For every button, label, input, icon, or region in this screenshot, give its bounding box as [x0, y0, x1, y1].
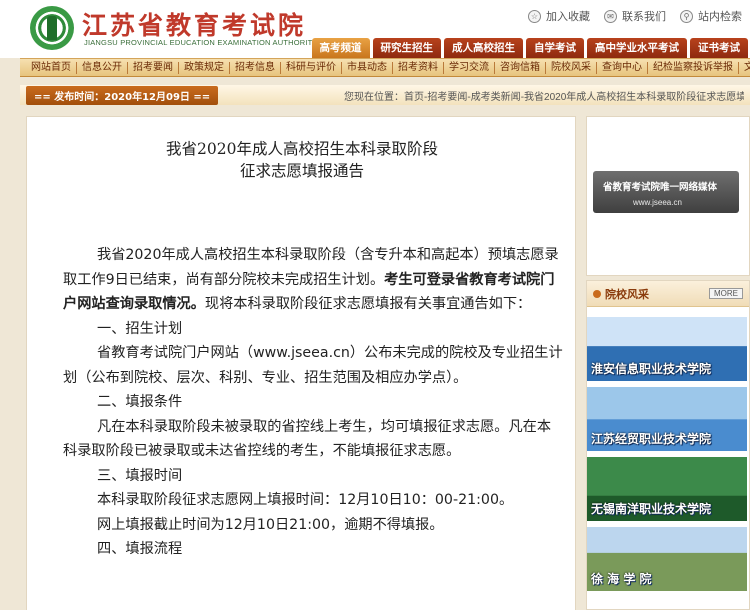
tab-graduate[interactable]: 研究生招生 [372, 38, 441, 58]
school-card-jingmao[interactable]: 江苏经贸职业技术学院 [587, 387, 747, 451]
nav-item-research[interactable]: 科研与评价 [281, 61, 342, 74]
tab-gaokao[interactable]: 高考频道 [311, 38, 370, 58]
nav-item-policy[interactable]: 政策规定 [179, 61, 230, 74]
breadcrumb-current: 我省2020年成人高校招生本科录取阶段征求志愿填报通... [524, 91, 744, 103]
article-title: 我省2020年成人高校招生本科录取阶段 征求志愿填报通告 [27, 138, 577, 182]
nav-item-query[interactable]: 查询中心 [597, 61, 648, 74]
nav-item-complaint[interactable]: 纪检监察投诉举报 [648, 61, 739, 74]
section-text-time-1: 本科录取阶段征求志愿网上填报时间：12月10日10：00-21:00。 [97, 492, 514, 508]
tab-adult-college[interactable]: 成人高校招生 [444, 38, 523, 58]
breadcrumb-prefix: 您现在位置： [344, 91, 404, 103]
site-logo-icon[interactable] [30, 6, 74, 50]
media-banner-url: www.jseea.cn [633, 198, 682, 207]
school-name-nanyang: 无锡南洋职业技术学院 [591, 502, 712, 516]
school-card-huaian[interactable]: 淮安信息职业技术学院 [587, 317, 747, 381]
section-heading-plan: 一、招生计划 [97, 320, 183, 337]
add-favorite-label: 加入收藏 [546, 11, 590, 23]
top-links: ☆ 加入收藏 ✉ 联系我们 ⚲ 站内检索 [528, 8, 742, 24]
section-text-plan: 省教育考试院门户网站（www.jseea.cn）公布未完成的院校及专业招生计划（… [63, 345, 563, 386]
media-banner[interactable]: 省教育考试院唯一网络媒体 www.jseea.cn [586, 116, 750, 276]
site-search-label: 站内检索 [698, 11, 742, 23]
article-panel: 我省2020年成人高校招生本科录取阶段 征求志愿填报通告 我省2020年成人高校… [26, 116, 576, 610]
school-showcase-title: 院校风采 [593, 286, 649, 302]
intro-tail-text: 现将本科录取阶段征求志愿填报有关事宜通告如下： [204, 296, 532, 312]
breadcrumb-adult-news[interactable]: 成考类新闻 [471, 92, 521, 103]
nav-item-materials[interactable]: 招考资料 [393, 61, 444, 74]
media-banner-text: 省教育考试院唯一网络媒体 [603, 182, 718, 193]
breadcrumb: 您现在位置：首页-招考要闻-成考类新闻-我省2020年成人高校招生本科录取阶段征… [344, 88, 744, 103]
more-button[interactable]: MORE [709, 288, 743, 299]
section-heading-time: 三、填报时间 [97, 467, 183, 484]
school-card-xuhai[interactable]: 徐 海 学 院 [587, 527, 747, 591]
category-tabs: 高考频道 研究生招生 成人高校招生 自学考试 高中学业水平考试 证书考试 [311, 38, 748, 58]
search-icon: ⚲ [680, 9, 693, 23]
school-name-xuhai: 徐 海 学 院 [591, 572, 652, 586]
school-name-huaian: 淮安信息职业技术学院 [591, 362, 712, 376]
info-bar: == 发布时间：2020年12月09日 == 您现在位置：首页-招考要闻-成考类… [20, 85, 750, 105]
article-title-line1: 我省2020年成人高校招生本科录取阶段 [166, 140, 438, 158]
article-body: 我省2020年成人高校招生本科录取阶段（含专升本和高起本）预填志愿录取工作9日已… [63, 243, 563, 562]
site-title[interactable]: 江苏省教育考试院 [82, 6, 306, 42]
school-showcase-title-text: 院校风采 [605, 287, 649, 301]
nav-item-disclosure[interactable]: 信息公开 [77, 61, 128, 74]
nav-item-civilization[interactable]: 文明创建 [739, 62, 750, 74]
section-text-conditions: 凡在本科录取阶段未被录取的省控线上考生，均可填报征求志愿。凡在本科录取阶段已被录… [63, 418, 552, 460]
contact-icon: ✉ [604, 9, 617, 23]
site-subtitle: JIANGSU PROVINCIAL EDUCATION EXAMINATION… [84, 38, 318, 47]
contact-us-label: 联系我们 [622, 11, 666, 23]
breadcrumb-home[interactable]: 首页 [404, 92, 424, 103]
breadcrumb-news[interactable]: 招考要闻 [427, 92, 467, 103]
site-search-link[interactable]: ⚲ 站内检索 [680, 8, 742, 24]
nav-item-exam-info[interactable]: 招考信息 [230, 61, 281, 74]
site-header: 江苏省教育考试院 JIANGSU PROVINCIAL EDUCATION EX… [0, 0, 750, 58]
nav-item-schools[interactable]: 院校风采 [546, 61, 597, 74]
nav-item-local-news[interactable]: 市县动态 [342, 61, 393, 74]
school-showcase-header: 院校风采 MORE [587, 281, 749, 307]
section-heading-process: 四、填报流程 [97, 541, 183, 557]
bookmark-icon: ☆ [528, 9, 541, 23]
tab-self-study-exam[interactable]: 自学考试 [526, 38, 584, 58]
article-title-line2: 征求志愿填报通告 [239, 162, 364, 180]
main-nav: 网站首页 信息公开 招考要闻 政策规定 招考信息 科研与评价 市县动态 招考资料… [20, 58, 750, 77]
bullet-icon [593, 289, 601, 298]
tab-certificate-exam[interactable]: 证书考试 [690, 38, 748, 58]
nav-item-news[interactable]: 招考要闻 [128, 61, 179, 74]
nav-item-exchange[interactable]: 学习交流 [444, 61, 495, 74]
media-banner-card: 省教育考试院唯一网络媒体 www.jseea.cn [593, 171, 739, 213]
school-name-jingmao: 江苏经贸职业技术学院 [591, 432, 712, 446]
school-showcase: 院校风采 MORE 淮安信息职业技术学院 江苏经贸职业技术学院 无锡南洋职业技术… [586, 280, 750, 610]
article-intro: 我省2020年成人高校招生本科录取阶段（含专升本和高起本）预填志愿录取工作9日已… [63, 243, 563, 317]
add-favorite-link[interactable]: ☆ 加入收藏 [528, 8, 590, 24]
school-card-nanyang[interactable]: 无锡南洋职业技术学院 [587, 457, 747, 521]
contact-us-link[interactable]: ✉ 联系我们 [604, 8, 666, 24]
tab-high-school-level[interactable]: 高中学业水平考试 [587, 38, 687, 58]
nav-item-mailbox[interactable]: 咨询信箱 [495, 61, 546, 74]
section-heading-conditions: 二、填报条件 [97, 394, 183, 410]
publish-time: == 发布时间：2020年12月09日 == [26, 85, 219, 105]
section-text-time-2: 网上填报截止时间为12月10日21:00，逾期不得填报。 [97, 516, 444, 533]
nav-item-home[interactable]: 网站首页 [26, 61, 77, 74]
